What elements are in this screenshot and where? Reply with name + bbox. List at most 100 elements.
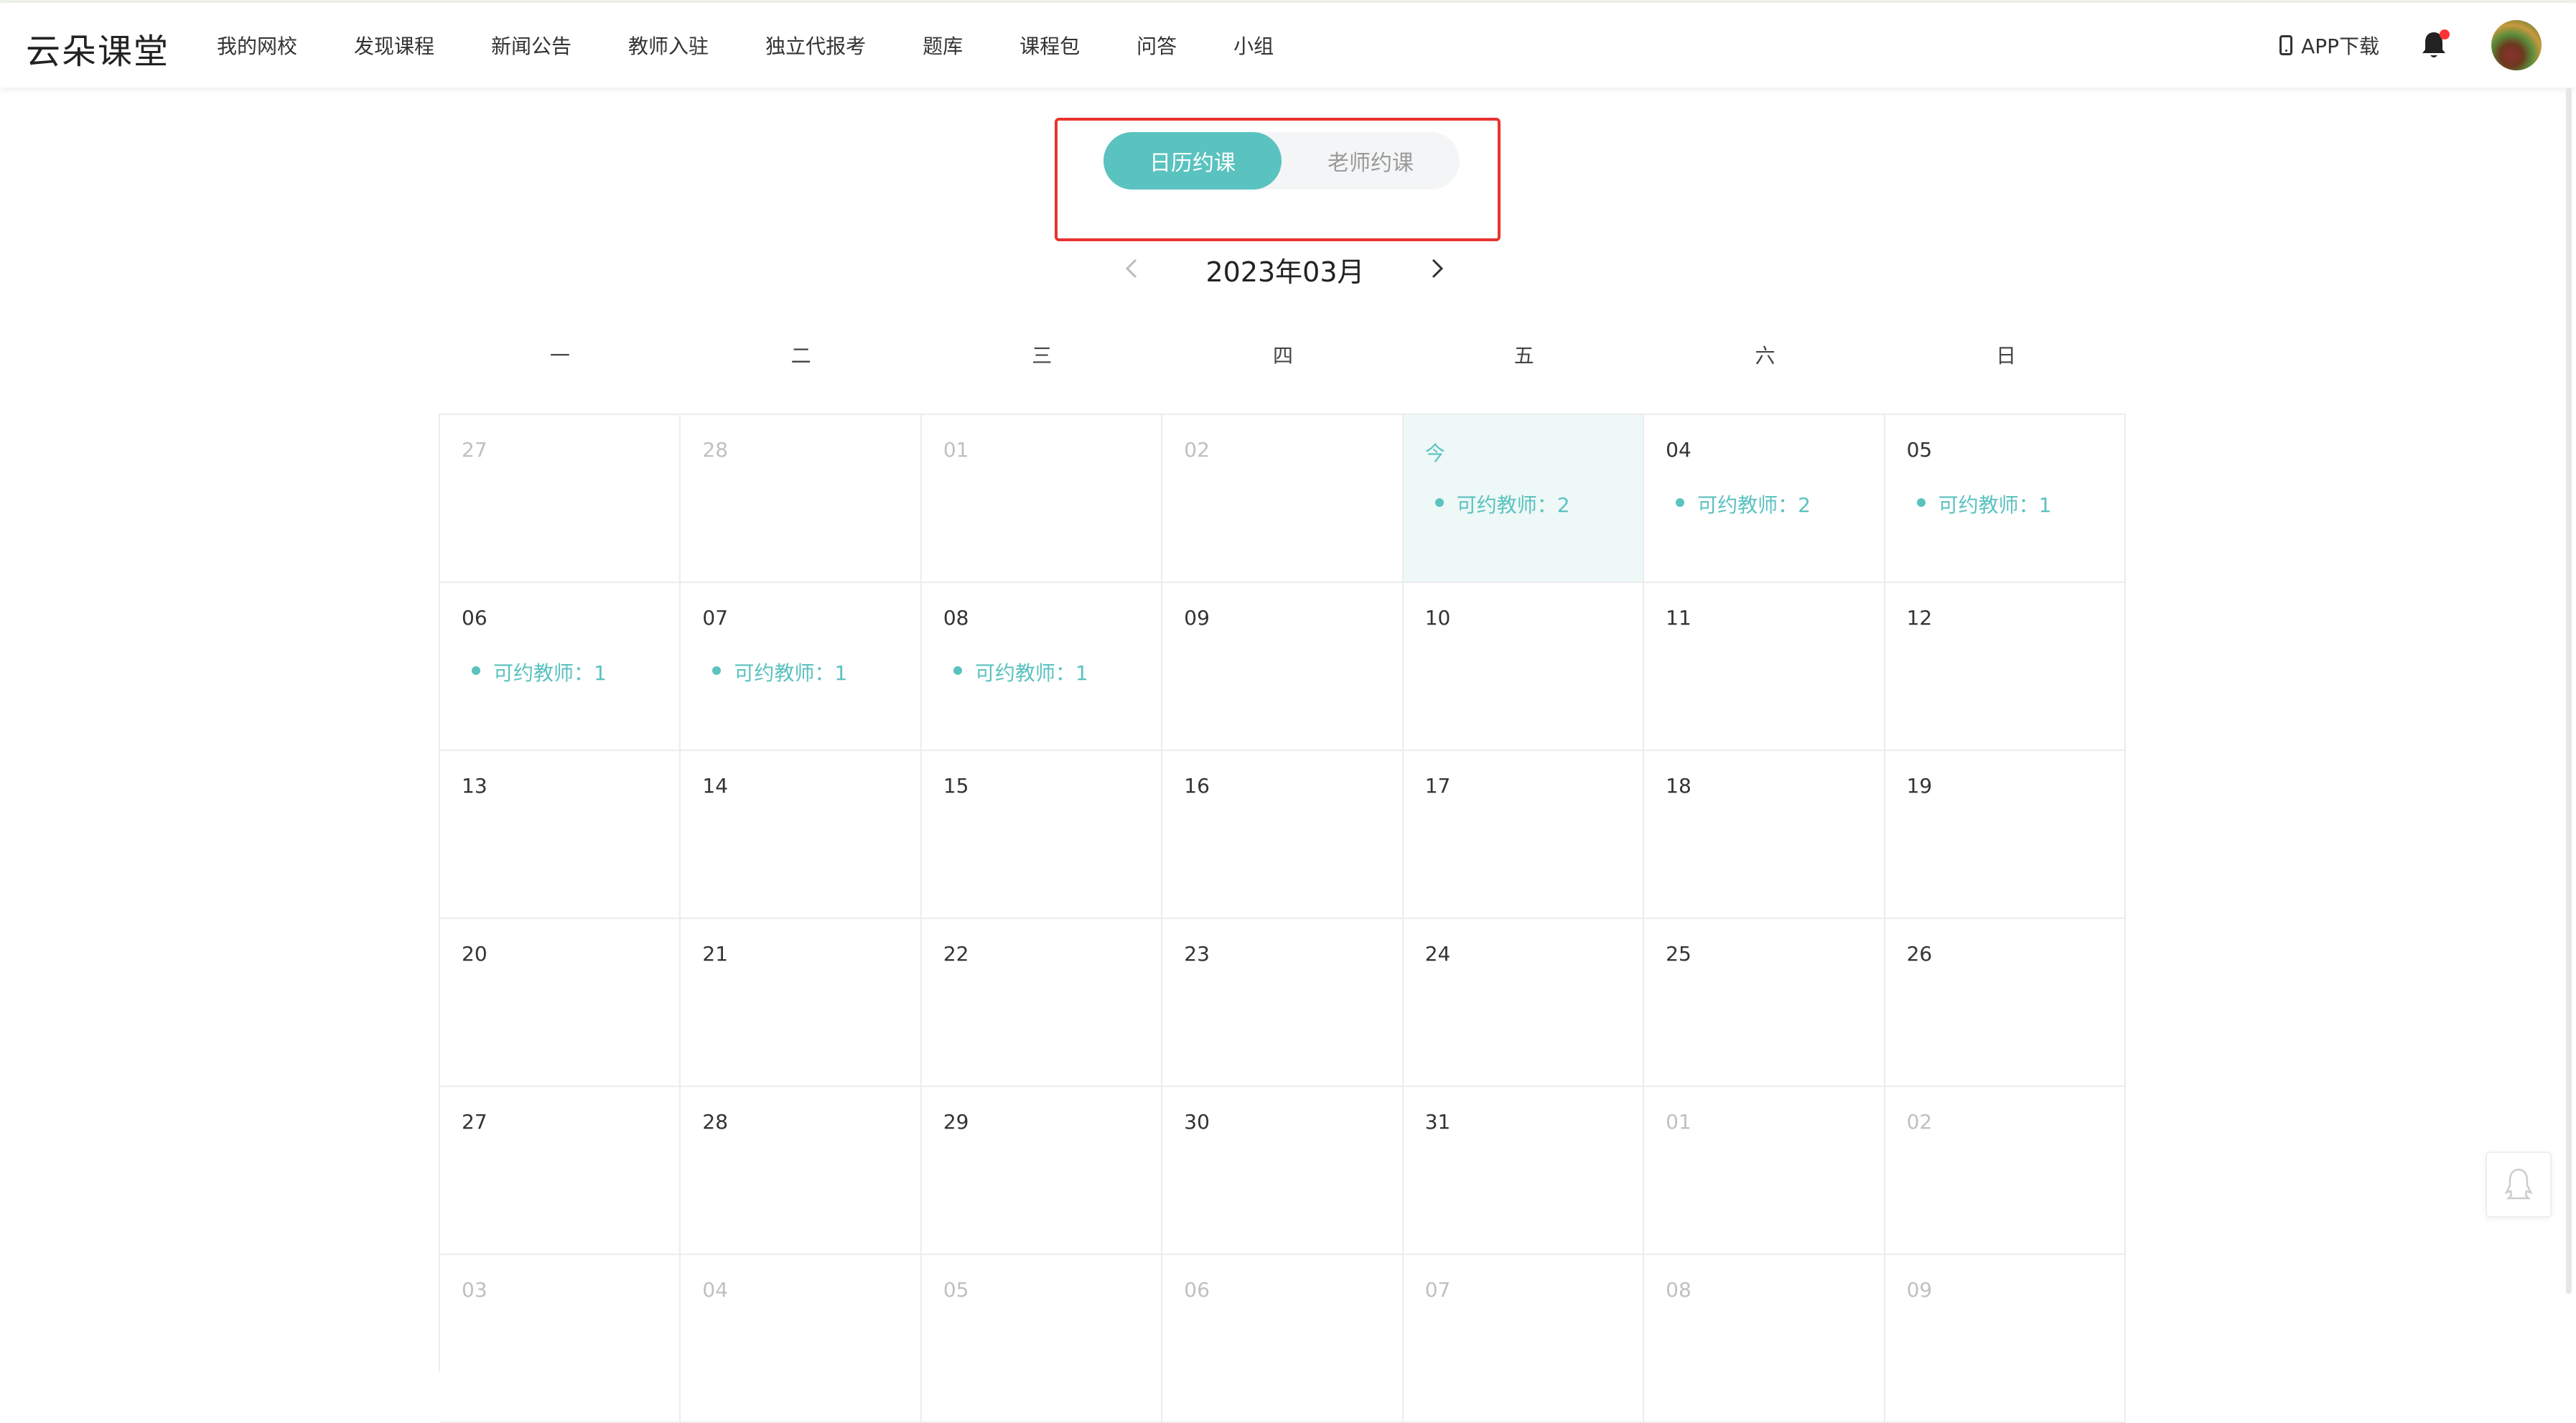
day-number: 今 (1424, 442, 1445, 465)
qq-chat-button[interactable] (2486, 1152, 2552, 1218)
weekday-header: 一二三四五六日 (439, 340, 2127, 375)
nav-item[interactable]: 发现课程 (354, 31, 434, 60)
calendar-day[interactable]: 25 (1644, 919, 1885, 1087)
calendar-day[interactable]: 21 (681, 919, 922, 1087)
available-teachers-label[interactable]: 可约教师：2 (1434, 490, 1570, 518)
day-number: 01 (1666, 1110, 1691, 1134)
calendar-day[interactable]: 14 (681, 751, 922, 919)
day-number: 05 (943, 1278, 969, 1302)
calendar-day[interactable]: 07 可约教师：1 (681, 583, 922, 751)
calendar-day[interactable]: 13 (440, 751, 681, 919)
available-teachers-label[interactable]: 可约教师：2 (1676, 490, 1811, 518)
available-teachers-label[interactable]: 可约教师：1 (953, 658, 1088, 686)
site-logo[interactable]: 云朵课堂 (26, 23, 169, 73)
day-number: 09 (1184, 606, 1210, 630)
main-nav: 我的网校 发现课程 新闻公告 教师入驻 独立代报考 题库 课程包 问答 小组 (217, 3, 1330, 88)
calendar-day[interactable]: 05 (921, 1255, 1163, 1423)
available-teachers-label[interactable]: 可约教师：1 (712, 658, 847, 686)
calendar-grid: 27 28 01 02 今可约教师：2 04 可约教师：2 05 可约教师：1 06 可约教师：1 0… (439, 414, 2126, 1423)
day-number: 31 (1424, 1110, 1451, 1134)
calendar-day[interactable]: 02 (1162, 415, 1404, 583)
calendar-day[interactable]: 06 可约教师：1 (440, 583, 681, 751)
weekday-label: 三 (1032, 344, 1053, 368)
day-number: 04 (702, 1278, 729, 1302)
calendar-day[interactable]: 04 (681, 1255, 922, 1423)
calendar-day[interactable]: 04 可约教师：2 (1644, 415, 1885, 583)
day-number: 28 (702, 1110, 729, 1134)
nav-item[interactable]: 小组 (1233, 31, 1274, 60)
day-number: 21 (702, 942, 729, 966)
weekday-label: 日 (1996, 344, 2017, 368)
calendar-day[interactable]: 10 (1403, 583, 1645, 751)
calendar-day-today[interactable]: 今可约教师：2 (1403, 415, 1645, 583)
calendar-day[interactable]: 22 (921, 919, 1163, 1087)
nav-item[interactable]: 题库 (923, 31, 963, 60)
calendar-day[interactable]: 09 (1885, 1255, 2126, 1423)
calendar-day[interactable]: 24 (1403, 919, 1645, 1087)
calendar-day[interactable]: 05 可约教师：1 (1885, 415, 2126, 583)
day-number: 12 (1906, 606, 1933, 630)
calendar-day[interactable]: 26 (1885, 919, 2126, 1087)
tab-calendar-booking[interactable]: 日历约课 (1103, 132, 1282, 190)
calendar-day[interactable]: 06 (1162, 1255, 1404, 1423)
calendar-day[interactable]: 08 (1644, 1255, 1885, 1423)
nav-item[interactable]: 教师入驻 (628, 31, 709, 60)
header-right: APP下载 (2279, 3, 2542, 88)
calendar-day[interactable]: 15 (921, 751, 1163, 919)
day-number: 29 (943, 1110, 969, 1134)
calendar-day[interactable]: 01 (1644, 1087, 1885, 1255)
calendar-day[interactable]: 03 (440, 1255, 681, 1423)
day-number: 14 (702, 774, 729, 798)
day-number: 02 (1184, 438, 1210, 462)
calendar-day[interactable]: 12 (1885, 583, 2126, 751)
next-month-button[interactable] (1424, 256, 1450, 281)
calendar-day[interactable]: 27 (440, 1087, 681, 1255)
calendar-day[interactable]: 08 可约教师：1 (921, 583, 1163, 751)
calendar-day[interactable]: 18 (1644, 751, 1885, 919)
calendar-day[interactable]: 28 (681, 1087, 922, 1255)
calendar-day[interactable]: 31 (1403, 1087, 1645, 1255)
calendar-day[interactable]: 07 (1403, 1255, 1645, 1423)
notification-button[interactable] (2419, 29, 2450, 61)
available-teachers-label[interactable]: 可约教师：1 (472, 658, 607, 686)
day-number: 27 (462, 1110, 487, 1134)
phone-icon (2279, 35, 2293, 55)
day-number: 16 (1184, 774, 1210, 798)
day-number: 23 (1184, 942, 1210, 966)
nav-item[interactable]: 课程包 (1019, 31, 1080, 60)
nav-item[interactable]: 独立代报考 (765, 31, 866, 60)
weekday-label: 六 (1755, 344, 1775, 368)
calendar-day[interactable]: 11 (1644, 583, 1885, 751)
available-teachers-label[interactable]: 可约教师：1 (1916, 490, 2051, 518)
day-number: 08 (1666, 1278, 1691, 1302)
qq-icon (2504, 1168, 2533, 1200)
calendar-day[interactable]: 09 (1162, 583, 1404, 751)
calendar-day[interactable]: 23 (1162, 919, 1404, 1087)
calendar-day[interactable]: 01 (921, 415, 1163, 583)
calendar-day[interactable]: 27 (440, 415, 681, 583)
calendar-day[interactable]: 20 (440, 919, 681, 1087)
app-download-label: APP下载 (2301, 34, 2379, 58)
day-number: 10 (1424, 606, 1451, 630)
page-scrollbar[interactable] (2566, 88, 2572, 1294)
chevron-right-icon (1432, 258, 1444, 279)
nav-item[interactable]: 我的网校 (217, 31, 297, 60)
calendar-day[interactable]: 16 (1162, 751, 1404, 919)
calendar-day[interactable]: 02 (1885, 1087, 2126, 1255)
day-number: 09 (1906, 1278, 1933, 1302)
day-number: 28 (702, 438, 729, 462)
day-number: 19 (1906, 774, 1933, 798)
day-number: 02 (1906, 1110, 1933, 1134)
day-number: 06 (1184, 1278, 1210, 1302)
nav-item[interactable]: 新闻公告 (491, 31, 571, 60)
avatar[interactable] (2491, 20, 2542, 70)
nav-item[interactable]: 问答 (1137, 31, 1177, 60)
calendar-day[interactable]: 30 (1162, 1087, 1404, 1255)
tab-teacher-booking[interactable]: 老师约课 (1282, 132, 1460, 190)
app-download-link[interactable]: APP下载 (2279, 31, 2379, 60)
calendar-day[interactable]: 29 (921, 1087, 1163, 1255)
day-number: 27 (462, 438, 487, 462)
calendar-day[interactable]: 28 (681, 415, 922, 583)
calendar-day[interactable]: 17 (1403, 751, 1645, 919)
calendar-day[interactable]: 19 (1885, 751, 2126, 919)
